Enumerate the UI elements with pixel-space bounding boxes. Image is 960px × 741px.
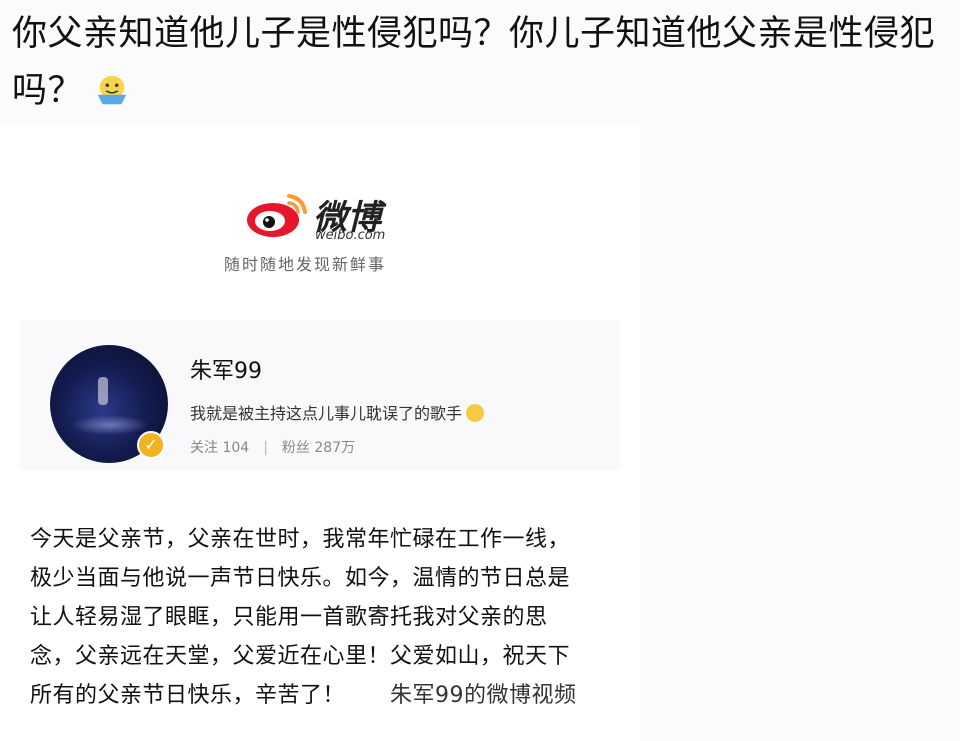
followers-label[interactable]: 粉丝 bbox=[282, 440, 310, 456]
following-count[interactable]: 104 bbox=[222, 440, 249, 456]
profile-stats: 关注 104 | 粉丝 287万 bbox=[190, 437, 355, 457]
following-label[interactable]: 关注 bbox=[190, 440, 218, 456]
embedded-weibo-screenshot: 微博 weibo.com 随时随地发现新鲜事 ✓ 朱军99 我就是被主持这点儿事… bbox=[0, 125, 640, 741]
weibo-tagline: 随时随地发现新鲜事 bbox=[224, 255, 387, 274]
post-text: 今天是父亲节，父亲在世时，我常年忙碌在工作一线，极少当面与他说一声节日快乐。如今… bbox=[30, 527, 571, 708]
caption: 你父亲知道他儿子是性侵犯吗？你儿子知道他父亲是性侵犯吗？ bbox=[12, 6, 952, 120]
verified-badge-icon: ✓ bbox=[137, 431, 165, 459]
stats-divider: | bbox=[263, 440, 268, 456]
post-body: 今天是父亲节，父亲在世时，我常年忙碌在工作一线，极少当面与他说一声节日快乐。如今… bbox=[30, 520, 585, 715]
profile-name[interactable]: 朱军99 bbox=[190, 353, 262, 385]
face-emoji-icon bbox=[466, 404, 485, 422]
profile-bio: 我就是被主持这点儿事儿耽误了的歌手 bbox=[190, 400, 485, 424]
caption-text: 你父亲知道他儿子是性侵犯吗？你儿子知道他父亲是性侵犯吗？ bbox=[12, 14, 936, 111]
weibo-eye-logo bbox=[247, 194, 307, 237]
post-video-link[interactable]: 朱军99的微博视频 bbox=[390, 683, 577, 708]
weibo-domain: weibo.com bbox=[315, 228, 386, 243]
followers-count[interactable]: 287万 bbox=[314, 440, 355, 456]
weibo-logo: 微博 weibo.com bbox=[245, 188, 445, 248]
smirk-face-emoji-icon bbox=[97, 75, 127, 105]
avatar-figure bbox=[98, 377, 108, 405]
avatar-stage-lights bbox=[70, 415, 150, 435]
profile-bio-text: 我就是被主持这点儿事儿耽误了的歌手 bbox=[190, 404, 463, 423]
